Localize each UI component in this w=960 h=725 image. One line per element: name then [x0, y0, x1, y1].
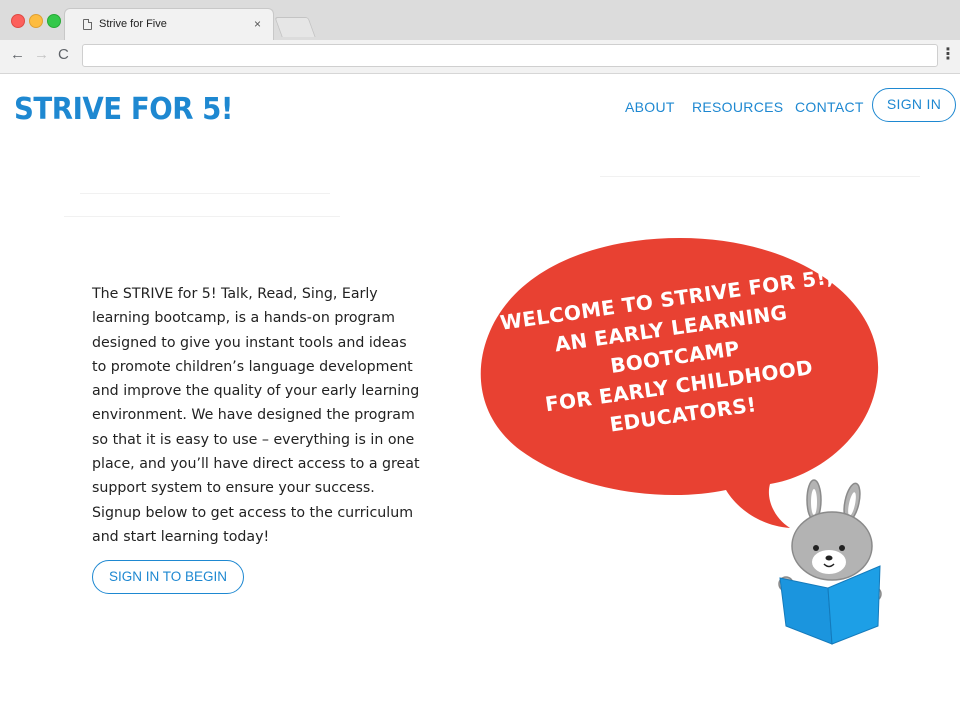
- browser-tab[interactable]: Strive for Five ×: [64, 8, 274, 40]
- new-tab-button[interactable]: [274, 17, 316, 37]
- nav-contact[interactable]: CONTACT: [795, 99, 864, 115]
- nav-resources[interactable]: RESOURCES: [692, 99, 783, 115]
- browser-chrome: Strive for Five × ← → C ⋮: [0, 0, 960, 74]
- decorative-line: [80, 193, 330, 194]
- more-menu-icon[interactable]: ⋮: [940, 44, 956, 64]
- forward-arrow-icon[interactable]: →: [34, 46, 49, 63]
- maximize-window-button[interactable]: [47, 14, 61, 28]
- bunny-mascot-illustration: [778, 479, 882, 645]
- decorative-line: [64, 216, 340, 217]
- chrome-divider: [0, 73, 960, 74]
- tab-title: Strive for Five: [99, 18, 167, 30]
- tab-strip: Strive for Five ×: [0, 0, 960, 40]
- sign-in-to-begin-button[interactable]: SIGN IN TO BEGIN: [92, 560, 244, 594]
- close-window-button[interactable]: [11, 14, 25, 28]
- intro-paragraph: The STRIVE for 5! Talk, Read, Sing, Earl…: [92, 286, 420, 545]
- sign-in-button[interactable]: SIGN IN: [872, 88, 956, 122]
- reload-icon[interactable]: C: [58, 46, 69, 63]
- close-icon[interactable]: ×: [254, 17, 261, 31]
- site-logo[interactable]: STRIVE FOR 5!: [14, 92, 234, 127]
- decorative-line: [600, 176, 920, 177]
- address-bar[interactable]: [82, 44, 938, 67]
- page-icon: [83, 19, 92, 30]
- nav-about[interactable]: ABOUT: [625, 99, 675, 115]
- back-arrow-icon[interactable]: ←: [10, 46, 25, 63]
- minimize-window-button[interactable]: [29, 14, 43, 28]
